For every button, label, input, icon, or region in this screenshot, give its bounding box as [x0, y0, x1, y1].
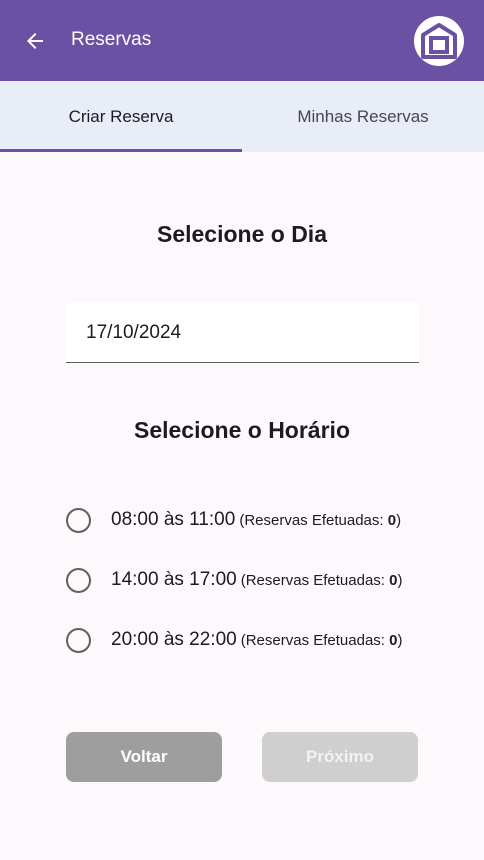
slot-time: 08:00 às 11:00 [111, 509, 236, 530]
time-heading: Selecione o Horário [133, 417, 350, 443]
slot-reservations-count: 0 [389, 571, 398, 589]
tab-bar: Criar Reserva Minhas Reservas [0, 81, 484, 152]
slot-reservations-count: 0 [387, 511, 397, 529]
tab-minhas-reservas[interactable]: Minhas Reservas [242, 81, 484, 152]
time-slot-option[interactable]: 20:00 às 22:00 (Reservas Efetuadas: 0) [66, 627, 402, 653]
back-action-button[interactable]: Voltar [66, 732, 222, 782]
home-button[interactable] [414, 16, 464, 66]
radio-button[interactable] [66, 567, 91, 593]
back-button[interactable] [18, 24, 52, 58]
home-icon [421, 23, 457, 59]
app-bar: Reservas [0, 0, 484, 81]
arrow-left-icon [27, 33, 43, 49]
time-slot-option[interactable]: 08:00 às 11:00 (Reservas Efetuadas: 0) [66, 507, 401, 533]
date-field[interactable]: 17/10/2024 [66, 303, 419, 363]
time-slot-option[interactable]: 14:00 às 17:00 (Reservas Efetuadas: 0) [66, 567, 402, 593]
slot-reservations: (Reservas Efetuadas: 0) [240, 571, 403, 589]
slot-reservations-label: Reservas Efetuadas: [244, 511, 384, 529]
slot-reservations-count: 0 [389, 631, 398, 649]
slot-reservations: (Reservas Efetuadas: 0) [239, 511, 402, 529]
slot-reservations-label: Reservas Efetuadas: [245, 631, 385, 649]
next-button[interactable]: Próximo [262, 732, 418, 782]
radio-button[interactable] [66, 627, 91, 653]
page-title: Reservas [71, 29, 152, 50]
slot-time: 14:00 às 17:00 [111, 569, 237, 590]
tab-criar-reserva[interactable]: Criar Reserva [0, 81, 242, 152]
slot-time: 20:00 às 22:00 [111, 629, 237, 650]
day-heading: Selecione o Dia [156, 221, 327, 247]
slot-reservations: (Reservas Efetuadas: 0) [240, 631, 403, 649]
radio-button[interactable] [66, 507, 91, 533]
slot-reservations-label: Reservas Efetuadas: [245, 571, 385, 589]
